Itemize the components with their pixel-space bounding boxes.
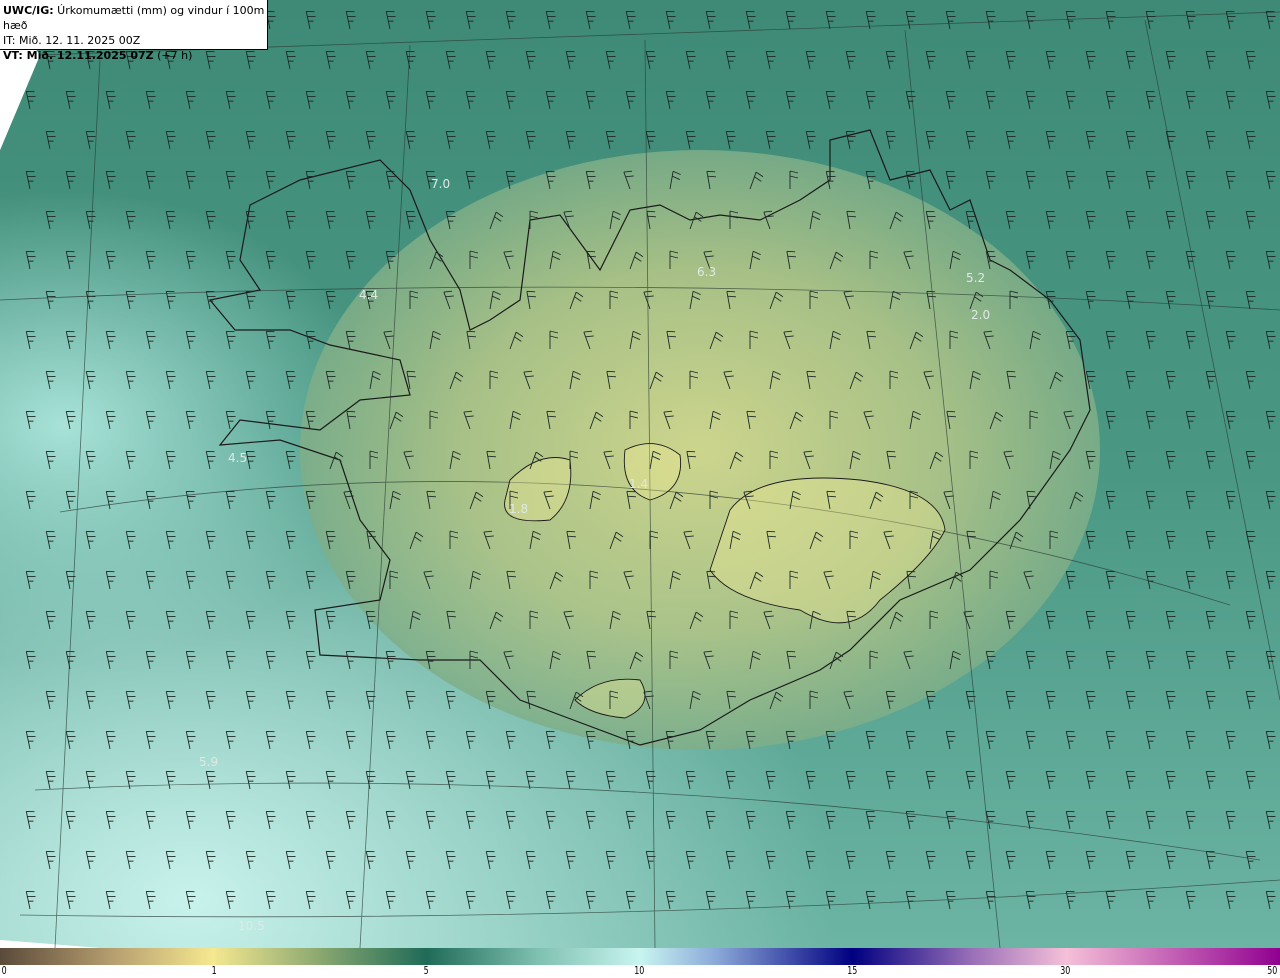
map-value-label: 2.0 <box>971 308 991 322</box>
precipitation-wind-map <box>0 0 1280 948</box>
map-value-label: 5.2 <box>966 271 986 285</box>
precipitation-colorbar <box>0 948 1280 965</box>
colorbar-tick: 50 <box>1267 964 1278 977</box>
map-value-label: 5.9 <box>199 755 219 769</box>
colorbar-tick: 1 <box>211 964 217 977</box>
init-time: IT: Mið. 12. 11. 2025 00Z <box>3 34 141 47</box>
colorbar-tick: 5 <box>423 964 429 977</box>
valid-offset: (+7 h) <box>153 49 193 62</box>
valid-time: VT: Mið. 12.11.2025 07Z <box>3 49 154 62</box>
map-value-label: 10.5 <box>238 919 265 933</box>
map-value-label: 7.0 <box>431 177 451 191</box>
map-value-label: 1.8 <box>509 502 529 516</box>
map-value-label: 4.4 <box>359 288 379 302</box>
map-value-label: 4.5 <box>228 451 248 465</box>
map-title-box: UWC/IG: Úrkomumætti (mm) og vindur í 100… <box>0 0 268 62</box>
map-value-label: 1.4 <box>629 477 649 491</box>
colorbar-tick: 30 <box>1060 964 1071 977</box>
map-value-label: 6.3 <box>697 265 717 279</box>
colorbar-tick: 15 <box>847 964 858 977</box>
colorbar-tick: 0 <box>1 964 7 977</box>
model-name: UWC/IG: <box>3 4 54 17</box>
colorbar-tick: 10 <box>634 964 645 977</box>
